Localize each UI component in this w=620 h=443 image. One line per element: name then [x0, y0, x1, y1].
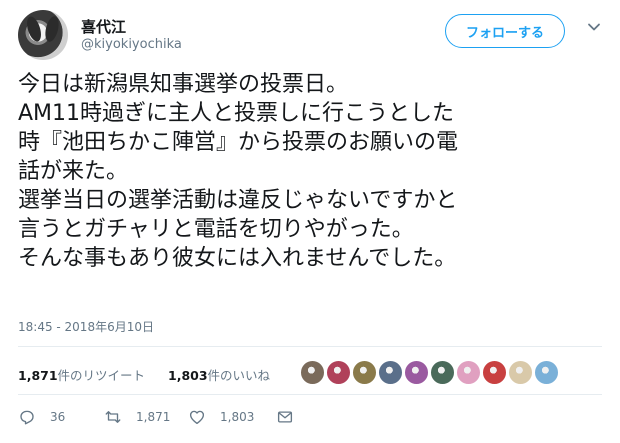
divider — [18, 394, 602, 395]
retweet-button[interactable]: 1,871 — [104, 408, 170, 426]
likes-stat-label: 件のいいね — [207, 368, 271, 383]
author-handle[interactable]: @kiyokiyochika — [81, 37, 182, 52]
tweet-text-line: 言うとガチャリと電話を切りやがった。 — [18, 217, 414, 242]
retweet-count: 1,871 — [136, 410, 171, 424]
liker-avatar[interactable] — [430, 360, 455, 385]
tweet-text-line: 選挙当日の選挙活動は違反じゃないですかと — [18, 188, 458, 213]
tweet-text-line: 今日は新潟県知事選挙の投票日。 — [18, 72, 349, 97]
likes-stat-count: 1,803 — [168, 368, 208, 383]
tweet-actions: 36 1,871 1,803 — [18, 405, 608, 433]
direct-message-button[interactable] — [276, 408, 308, 426]
divider — [18, 346, 602, 347]
tweet-stats: 1,871件のリツイート 1,803件のいいね — [18, 358, 608, 386]
chevron-down-icon[interactable] — [587, 20, 601, 34]
retweets-stat-label: 件のリツイート — [57, 368, 146, 383]
envelope-icon — [277, 411, 293, 423]
liker-avatar[interactable] — [300, 360, 325, 385]
liker-avatar[interactable] — [404, 360, 429, 385]
follow-button[interactable]: フォローする — [445, 14, 565, 48]
liker-avatar[interactable] — [378, 360, 403, 385]
reply-count: 36 — [50, 410, 66, 424]
heart-icon — [189, 410, 205, 425]
reply-icon — [20, 410, 34, 425]
tweet-text-line: AM11時過ぎに主人と投票しに行こうとした — [18, 101, 455, 126]
like-button[interactable]: 1,803 — [188, 408, 254, 426]
liker-avatar[interactable] — [326, 360, 351, 385]
avatar-ear-right — [43, 14, 61, 44]
tweet-header: 喜代江 @kiyokiyochika フォローする — [18, 10, 608, 66]
tweet-timestamp[interactable]: 18:45 - 2018年6月10日 — [18, 318, 154, 335]
like-count: 1,803 — [220, 410, 255, 424]
retweets-stat-count: 1,871 — [18, 368, 58, 383]
liker-avatar[interactable] — [534, 360, 559, 385]
reply-button[interactable]: 36 — [18, 408, 65, 426]
retweets-stat[interactable]: 1,871件のリツイート — [18, 365, 145, 384]
retweet-icon — [105, 411, 121, 423]
liker-avatar[interactable] — [456, 360, 481, 385]
liker-avatar[interactable] — [352, 360, 377, 385]
liker-avatar[interactable] — [482, 360, 507, 385]
tweet-text: 今日は新潟県知事選挙の投票日。 AM11時過ぎに主人と投票しに行こうとした 時『… — [18, 70, 608, 273]
avatar-ear-left — [24, 14, 44, 44]
author-name[interactable]: 喜代江 — [81, 16, 126, 37]
tweet-text-line: 話が来た。 — [18, 159, 129, 184]
liker-avatar[interactable] — [508, 360, 533, 385]
tweet-text-line: そんな事もあり彼女には入れませんでした。 — [18, 246, 457, 271]
author-avatar[interactable] — [18, 10, 68, 60]
tweet-text-line: 時『池田ちかこ陣営』から投票のお願いの電 — [18, 130, 459, 155]
likes-stat[interactable]: 1,803件のいいね — [168, 365, 270, 384]
